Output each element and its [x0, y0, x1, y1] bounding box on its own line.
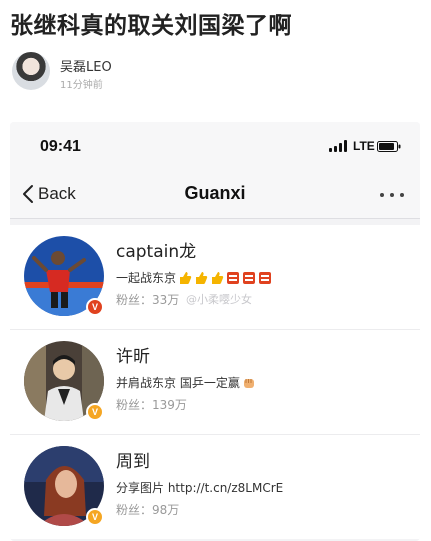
user-bio: 并肩战东京 国乒一定赢 — [116, 374, 256, 391]
user-fans: 粉丝：98万 — [116, 501, 179, 518]
signal-icon — [329, 140, 349, 152]
fans-count: 98万 — [152, 503, 180, 517]
user-name: 周到 — [116, 452, 150, 472]
thumbs-up-icon — [196, 271, 208, 284]
cheer-icon — [243, 271, 256, 284]
more-dots-icon[interactable] — [378, 185, 406, 205]
thumbs-up-icon — [212, 271, 224, 284]
watermark: @小柔嘤少女 — [186, 293, 252, 306]
user-bio-text: 并肩战东京 国乒一定赢 — [116, 376, 240, 390]
fans-label: 粉丝： — [116, 503, 153, 517]
fans-label: 粉丝： — [116, 398, 153, 412]
nav-title: Guanxi — [184, 183, 246, 203]
author-name[interactable]: 吴磊LEO — [60, 56, 112, 75]
verified-badge: V — [86, 508, 104, 526]
fans-label: 粉丝： — [116, 293, 153, 307]
status-bar: 09:41 LTE — [10, 122, 420, 172]
user-bio: 分享图片 http://t.cn/z8LMCrE — [116, 479, 283, 496]
user-fans: 粉丝：33万 — [116, 291, 179, 308]
user-bio-text: 一起战东京 — [116, 271, 177, 285]
author-avatar[interactable] — [12, 52, 50, 90]
thumbs-up-icon — [180, 271, 192, 284]
post-timestamp: 11分钟前 — [60, 80, 103, 91]
phone-screenshot: 09:41 LTE Back Guanxi V captain龙 一起战东京 粉… — [10, 122, 420, 541]
fans-count: 139万 — [152, 398, 187, 412]
user-name: captain龙 — [116, 242, 197, 262]
fist-icon — [243, 378, 254, 388]
post-title: 张继科真的取关刘国梁了啊 — [10, 13, 292, 39]
verified-badge: V — [86, 403, 104, 421]
user-row[interactable]: V captain龙 一起战东京 粉丝：33万 @小柔嘤少女 — [10, 225, 420, 330]
user-name: 许昕 — [116, 347, 150, 367]
status-time: 09:41 — [40, 138, 81, 155]
user-bio-text: 分享图片 http://t.cn/z8LMCrE — [116, 481, 284, 495]
cheer-icon — [227, 271, 240, 284]
user-row[interactable]: V 周到 分享图片 http://t.cn/z8LMCrE 粉丝：98万 — [10, 435, 420, 539]
verified-badge: V — [86, 298, 104, 316]
fans-count: 33万 — [152, 293, 180, 307]
nav-bar: Back Guanxi — [10, 172, 420, 219]
network-label: LTE — [353, 139, 375, 153]
battery-icon — [377, 141, 401, 152]
user-bio: 一起战东京 — [116, 269, 272, 286]
user-row[interactable]: V 许昕 并肩战东京 国乒一定赢 粉丝：139万 — [10, 330, 420, 435]
cheer-icon — [259, 271, 272, 284]
following-list: V captain龙 一起战东京 粉丝：33万 @小柔嘤少女 V 许昕 并肩战东… — [10, 225, 420, 539]
user-fans: 粉丝：139万 — [116, 396, 187, 413]
